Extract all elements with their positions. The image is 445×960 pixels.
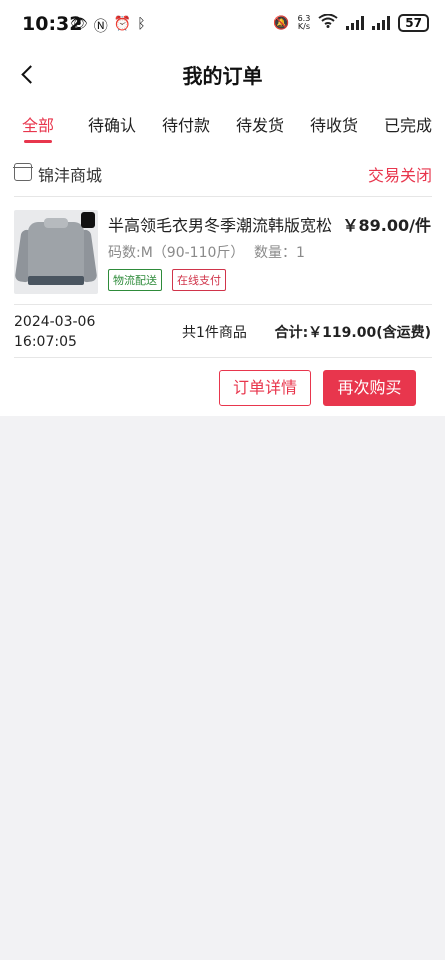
product-thumbnail[interactable] [14,210,98,294]
tab-pending-shipment[interactable]: 待发货 [236,112,284,136]
order-detail-button[interactable]: 订单详情 [219,370,311,406]
bluetooth-icon: ᛒ [137,16,146,32]
tab-pending-payment[interactable]: 待付款 [162,112,210,136]
battery-icon: 57 [398,14,429,32]
eye-icon: 👁 [70,16,88,32]
wifi-icon [318,13,338,32]
net-speed-unit: K/s [297,22,310,31]
order-time: 2024-03-06 16:07:05 [14,312,95,352]
brand-logo [81,212,95,228]
product-quantity: 数量：1 [254,245,305,261]
shop-icon [13,163,33,181]
page-title: 我的订单 [182,64,263,88]
order-date: 2024-03-06 [14,314,96,330]
delivery-tag: 物流配送 [108,269,162,291]
product-spec: 码数:M（90-110斤） [108,245,245,261]
product-price: ￥89.00/件 [342,216,431,235]
divider [14,196,432,197]
rebuy-button[interactable]: 再次购买 [323,370,416,406]
status-left-icons: 👁 Ⓝ ⏰ ᛒ [70,16,146,36]
shop-row: 锦沣商城 交易关闭 [13,158,432,188]
divider [14,357,432,358]
tab-pending-confirm[interactable]: 待确认 [88,112,136,136]
status-bar: 10:32 👁 Ⓝ ⏰ ᛒ 🔕 6.3 K/s 57 [0,0,445,50]
alarm-icon: ⏰ [113,16,132,32]
divider [14,304,432,305]
status-right: 🔕 6.3 K/s 57 [273,13,429,32]
tab-completed[interactable]: 已完成 [384,112,432,136]
header: 我的订单 [0,50,445,98]
order-total: 合计:￥119.00(含运费) [274,325,431,341]
payment-tag: 在线支付 [172,269,226,291]
order-card[interactable]: 锦沣商城 交易关闭 半高领毛衣男冬季潮流韩版宽松 ￥89.00/件 码数:M（9… [0,148,445,416]
tab-all[interactable]: 全部 [22,112,54,143]
order-clock: 16:07:05 [14,334,77,350]
mute-bell-icon: 🔕 [273,15,290,31]
tab-pending-receipt[interactable]: 待收货 [310,112,358,136]
nfc-icon: Ⓝ [93,19,108,35]
network-speed: 6.3 K/s [298,15,311,31]
order-status: 交易关闭 [367,166,432,185]
signal-icon-2 [372,16,391,30]
signal-icon-1 [346,16,365,30]
product-name[interactable]: 半高领毛衣男冬季潮流韩版宽松 [108,212,334,236]
item-count: 共1件商品 [182,325,247,341]
shop-name: 锦沣商城 [38,166,103,185]
order-tabs: 全部 待确认 待付款 待发货 待收货 已完成 [0,98,445,148]
